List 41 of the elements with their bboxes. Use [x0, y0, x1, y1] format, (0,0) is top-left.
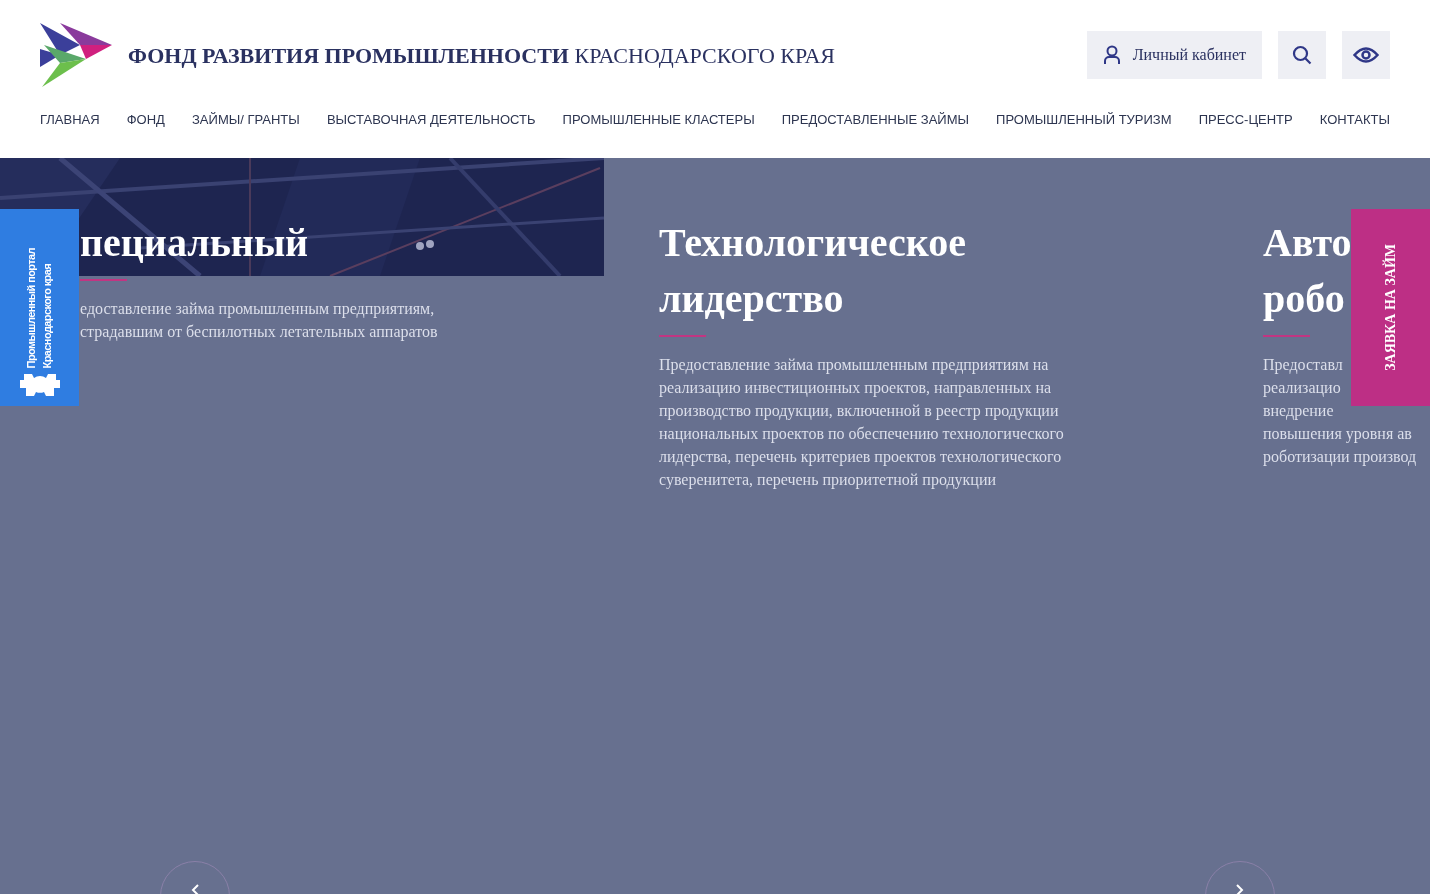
- slide-description: повышения уровня ав: [1263, 424, 1412, 445]
- slide-description: производство продукции, включенной в реестр продукции: [659, 401, 1059, 422]
- nav-link[interactable]: ПРЕСС-ЦЕНТР: [1198, 110, 1293, 130]
- slide-title: лидерство: [659, 275, 844, 323]
- slide-title: пециальный: [80, 219, 309, 267]
- chevron-left-icon: [191, 884, 199, 894]
- slide-description: страдавшим от беспилотных летательных аппаратов: [80, 322, 438, 343]
- portal-tab-text: Краснодарского края: [40, 262, 54, 368]
- portal-tab[interactable]: Промышленный портал Краснодарского края: [0, 209, 79, 406]
- nav-link[interactable]: ПРЕДОСТАВЛЕННЫЕ ЗАЙМЫ: [781, 110, 969, 130]
- nav-link[interactable]: ПРОМЫШЛЕННЫЙ ТУРИЗМ: [996, 110, 1172, 130]
- slide-description: реализацию инвестиционных проектов, направленных на: [659, 378, 1052, 399]
- slide-description: Предоставление займа промышленным предприятиям на: [659, 355, 1049, 376]
- slide-description: едоставление займа промышленным предприятиям,: [80, 299, 435, 320]
- slide-description: лидерства, перечень критериев проектов технологического: [659, 447, 1062, 468]
- nav-link[interactable]: ФОНД: [126, 110, 165, 130]
- loan-application-tab[interactable]: ЗАЯВКА НА ЗАЙМ: [1351, 209, 1430, 406]
- nav-link[interactable]: ВЫСТАВОЧНАЯ ДЕЯТЕЛЬНОСТЬ: [326, 110, 536, 130]
- slide-description: реализацио: [1263, 378, 1341, 399]
- slide-description: суверенитета, перечень приоритетной продукции: [659, 470, 997, 491]
- accessibility-button[interactable]: [1342, 31, 1390, 79]
- slide-description: национальных проектов по обеспечению технологического: [659, 424, 1064, 445]
- search-icon: [1292, 45, 1312, 65]
- eye-icon: [1353, 46, 1379, 64]
- nav-link[interactable]: ГЛАВНАЯ: [40, 110, 100, 130]
- slide-description: внедрение: [1263, 401, 1334, 422]
- user-icon: [1102, 45, 1121, 65]
- slide-title: робо: [1263, 275, 1345, 323]
- portal-tab-text: Промышленный портал: [24, 247, 38, 368]
- nav-link[interactable]: ПРОМЫШЛЕННЫЕ КЛАСТЕРЫ: [562, 110, 755, 130]
- site-title: ФОНД РАЗВИТИЯ ПРОМЫШЛЕННОСТИ КРАСНОДАРСКОГО КРАЯ: [128, 41, 835, 70]
- account-button[interactable]: Личный кабинет: [1086, 31, 1262, 79]
- nav-link[interactable]: ЗАЙМЫ/ ГРАНТЫ: [192, 110, 300, 130]
- slide-description: Предоставл: [1263, 355, 1343, 376]
- slide-title: Авто: [1263, 219, 1352, 267]
- chevron-right-icon: [1236, 884, 1244, 894]
- slide-description: роботизации производ: [1263, 447, 1417, 468]
- logo-icon: [40, 23, 112, 87]
- nav-link[interactable]: КОНТАКТЫ: [1319, 110, 1390, 130]
- search-button[interactable]: [1278, 31, 1326, 79]
- slide-title: Технологическое: [659, 219, 967, 267]
